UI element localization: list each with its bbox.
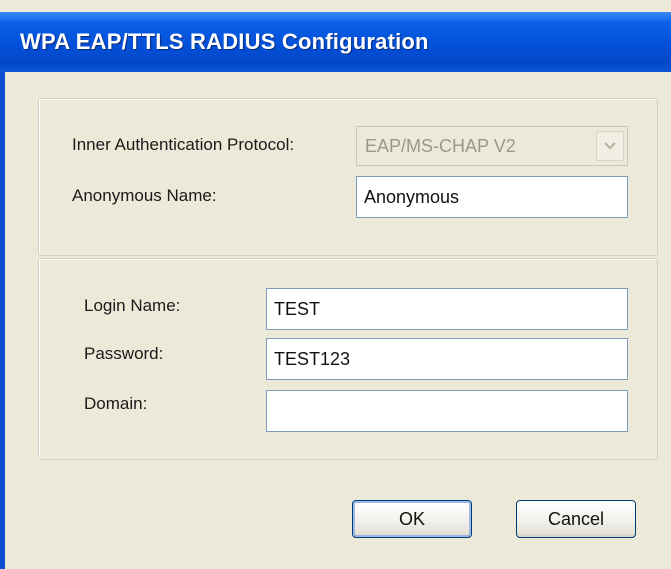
chevron-down-icon [604,142,616,150]
login-name-input[interactable] [266,288,628,330]
domain-label: Domain: [84,394,148,413]
anonymous-name-input[interactable] [356,176,628,218]
inner-protocol-label: Inner Authentication Protocol: [72,135,295,154]
dropdown-arrow-button[interactable] [596,131,624,161]
password-input[interactable] [266,338,628,380]
inner-protocol-value: EAP/MS-CHAP V2 [365,136,516,156]
login-name-label: Login Name: [84,296,181,315]
inner-protocol-select[interactable]: EAP/MS-CHAP V2 [356,126,628,166]
ok-button[interactable]: OK [352,500,472,538]
password-label: Password: [84,344,164,363]
anonymous-name-label: Anonymous Name: [72,186,217,205]
cancel-button[interactable]: Cancel [516,500,636,538]
window-title: WPA EAP/TTLS RADIUS Configuration [20,29,429,54]
domain-input[interactable] [266,390,628,432]
window-frame-left [0,72,5,569]
dialog-window: WPA EAP/TTLS RADIUS Configuration Inner … [0,0,671,569]
title-bar[interactable]: WPA EAP/TTLS RADIUS Configuration [0,12,671,72]
